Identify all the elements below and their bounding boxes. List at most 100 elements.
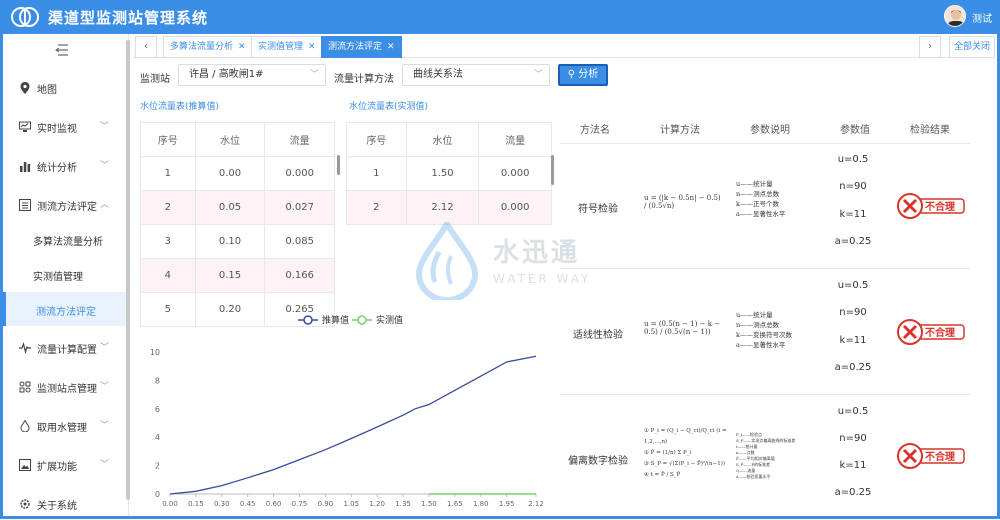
y-tick-label: 10 — [150, 348, 160, 357]
param-line: a——检验显著水平 — [736, 474, 771, 479]
sidebar-subitem-multi-algorithm[interactable]: 多算法流量分析 — [3, 222, 129, 256]
close-all-tabs-button[interactable]: 全部关闭 — [949, 36, 995, 58]
sidebar-item-flow-config[interactable]: 流量计算配置 ﹀ — [3, 330, 129, 364]
table-cell: 0.085 — [264, 224, 335, 259]
tabs-next-button[interactable]: › — [919, 36, 941, 58]
gear-icon — [20, 499, 30, 509]
close-icon[interactable]: ✕ — [238, 42, 246, 52]
user-name[interactable]: 测试 — [972, 10, 992, 25]
x-tick-label: 0.30 — [214, 500, 230, 508]
menu-collapse-icon[interactable] — [55, 44, 69, 56]
tab-label: 实测值管理 — [258, 42, 304, 52]
sidebar-item-flow-evaluation[interactable]: 测流方法评定 ︿ — [3, 187, 129, 221]
grid-icon — [19, 381, 31, 393]
table-cell: 0.000 — [478, 156, 552, 191]
result-text: 不合理 — [925, 450, 955, 463]
column-header: 序号 — [140, 122, 196, 157]
sidebar-item-map[interactable]: 地图 — [3, 70, 129, 104]
tab-measured-values[interactable]: 实测值管理 ✕ — [251, 36, 323, 58]
chevron-down-icon: ﹀ — [533, 70, 543, 80]
result-stamp: 不合理 — [897, 319, 965, 345]
user-avatar[interactable] — [944, 5, 966, 27]
legend-label: 推算值 — [322, 314, 349, 326]
table-row[interactable]: 4 0.15 0.166 — [140, 258, 335, 293]
chevron-down-icon: ﹀ — [309, 70, 319, 80]
param-value: u=0.5 — [837, 280, 869, 291]
table-cell: 3 — [140, 224, 196, 259]
result-stamp: 不合理 — [897, 443, 965, 469]
result-text: 不合理 — [925, 326, 955, 339]
sidebar-subitem-flow-evaluation[interactable]: 测流方法评定 — [3, 292, 129, 326]
sidebar-item-label: 地图 — [37, 85, 57, 96]
close-icon[interactable]: ✕ — [387, 42, 395, 52]
x-tick-label: 0.45 — [240, 500, 256, 508]
sidebar-item-label: 实测值管理 — [33, 272, 83, 283]
table-row[interactable]: 3 0.10 0.085 — [140, 224, 335, 259]
chevron-up-icon: ︿ — [100, 200, 110, 210]
method-select[interactable]: 曲线关系法 ﹀ — [402, 64, 550, 86]
station-select[interactable]: 许昌 / 高畋闸1# ﹀ — [178, 64, 326, 86]
tabs-prev-button[interactable]: ‹ — [135, 36, 157, 58]
y-tick-label: 2 — [155, 462, 160, 471]
x-tick-label: 2.12 — [528, 500, 544, 508]
column-header: 序号 — [346, 122, 407, 157]
table-row[interactable]: 1 1.50 0.000 — [346, 156, 552, 191]
tab-flow-evaluation[interactable]: 测流方法评定 ✕ — [321, 36, 402, 58]
sidebar-item-water-usage[interactable]: 取用水管理 ﹀ — [3, 408, 129, 442]
table-meas-scrollbar[interactable] — [551, 155, 554, 185]
table-row[interactable]: 2 2.12 0.000 — [346, 190, 552, 225]
formula: ① P_i = (Q_i − Q_ci)/Q_ci (i = 1,2,...,n… — [644, 426, 732, 481]
formula: u = (|k − 0.5n| − 0.5) / (0.5√n) — [644, 194, 721, 210]
column-header: 水位 — [194, 122, 266, 157]
column-header: 方法名 — [580, 125, 610, 136]
close-icon[interactable]: ✕ — [308, 42, 316, 52]
param-description: u——统计量 n——测点总数 k——正号个数 a——显著性水平 — [736, 179, 828, 219]
table-cell: 0.027 — [264, 190, 335, 225]
tab-label: 多算法流量分析 — [170, 42, 234, 52]
tab-multi-algorithm[interactable]: 多算法流量分析 ✕ — [163, 36, 253, 58]
table-calc-scrollbar[interactable] — [337, 155, 340, 175]
chevron-down-icon: ﹀ — [100, 421, 110, 431]
table-row[interactable]: 1 0.00 0.000 — [140, 156, 335, 191]
param-line: k——正号个数 — [736, 200, 779, 208]
tab-label: 测流方法评定 — [328, 42, 383, 52]
table-row[interactable]: 2 0.05 0.027 — [140, 190, 335, 225]
sidebar-subitem-measured-values[interactable]: 实测值管理 — [3, 257, 129, 291]
sidebar-scrollbar[interactable] — [126, 40, 130, 500]
sidebar-item-statistics[interactable]: 统计分析 ﹀ — [3, 148, 129, 182]
sidebar-item-about[interactable]: 关于系统 — [3, 486, 129, 520]
evaluation-header: 方法名 计算方法 参数说明 参数值 检验结果 — [560, 115, 970, 143]
param-line: a——显著性水平 — [736, 210, 786, 218]
sidebar-item-label: 统计分析 — [37, 163, 77, 174]
sidebar-item-station-management[interactable]: 监测站点管理 ﹀ — [3, 369, 129, 403]
param-value: n=90 — [839, 307, 867, 318]
series-line-calculated — [169, 355, 537, 495]
evaluation-row: 偏离数字检验 ① P_i = (Q_i − Q_ci)/Q_ci (i = 1,… — [560, 396, 970, 516]
param-value: n=90 — [839, 433, 867, 444]
table-cell: 0.000 — [264, 156, 335, 191]
monitor-icon — [19, 121, 31, 132]
table-cell: 2.12 — [405, 190, 480, 225]
x-tick-label: 1.50 — [421, 500, 437, 508]
table-cell: 1 — [140, 156, 196, 191]
legend-marker — [303, 315, 313, 325]
x-tick-label: 1.05 — [343, 500, 359, 508]
sidebar-item-realtime[interactable]: 实时监视 ﹀ — [3, 109, 129, 143]
column-header: 流量 — [478, 122, 552, 157]
chevron-down-icon: ﹀ — [100, 460, 110, 470]
sidebar-item-label: 流量计算配置 — [37, 345, 97, 356]
x-tick-label: 0.75 — [292, 500, 308, 508]
y-tick-label: 8 — [155, 376, 160, 385]
x-tick-label: 0.90 — [318, 500, 334, 508]
bar-chart-icon — [20, 162, 31, 172]
analyze-button[interactable]: ⚲ 分析 — [558, 64, 608, 86]
param-value: u=0.5 — [837, 406, 869, 417]
sidebar-item-label: 取用水管理 — [37, 423, 87, 434]
sidebar-item-extensions[interactable]: 扩展功能 ﹀ — [3, 447, 129, 481]
param-line: k——变换符号次数 — [736, 331, 792, 339]
y-tick-label: 0 — [155, 490, 160, 499]
formula: u = (0.5(n − 1) − k − 0.5) / (0.5√(n − 1… — [644, 320, 721, 336]
param-line: u——统计量 — [736, 311, 773, 319]
param-value: a=0.25 — [834, 487, 872, 498]
table-meas: 序号 水位 流量 1 1.50 0.000 2 2.12 0.000 — [346, 122, 552, 225]
